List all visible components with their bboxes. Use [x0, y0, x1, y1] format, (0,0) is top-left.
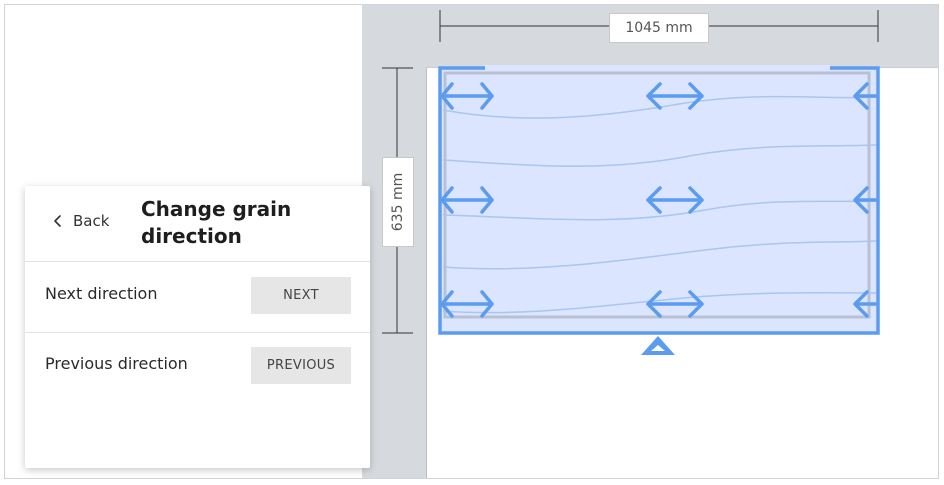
- app-frame: 1045 mm 635 mm Back Change grain directi…: [4, 4, 939, 479]
- next-button[interactable]: NEXT: [251, 277, 351, 314]
- next-direction-label: Next direction: [45, 284, 158, 303]
- width-dimension-label: 1045 mm: [609, 13, 709, 43]
- height-dimension-label: 635 mm: [382, 157, 414, 247]
- panel-header: Back Change grain direction: [25, 186, 370, 262]
- back-label: Back: [73, 212, 110, 230]
- chevron-left-icon: [54, 215, 61, 227]
- previous-direction-row: Previous direction PREVIOUS: [25, 332, 370, 402]
- previous-button[interactable]: PREVIOUS: [251, 347, 351, 384]
- height-dimension-text: 635 mm: [390, 172, 407, 232]
- previous-direction-label: Previous direction: [45, 354, 188, 373]
- triangle-up-icon[interactable]: [641, 336, 675, 355]
- panel-title: Change grain direction: [141, 197, 292, 248]
- grain-direction-panel: Back Change grain direction Next directi…: [25, 186, 370, 468]
- next-direction-row: Next direction NEXT: [25, 262, 370, 333]
- back-button[interactable]: Back: [51, 212, 109, 230]
